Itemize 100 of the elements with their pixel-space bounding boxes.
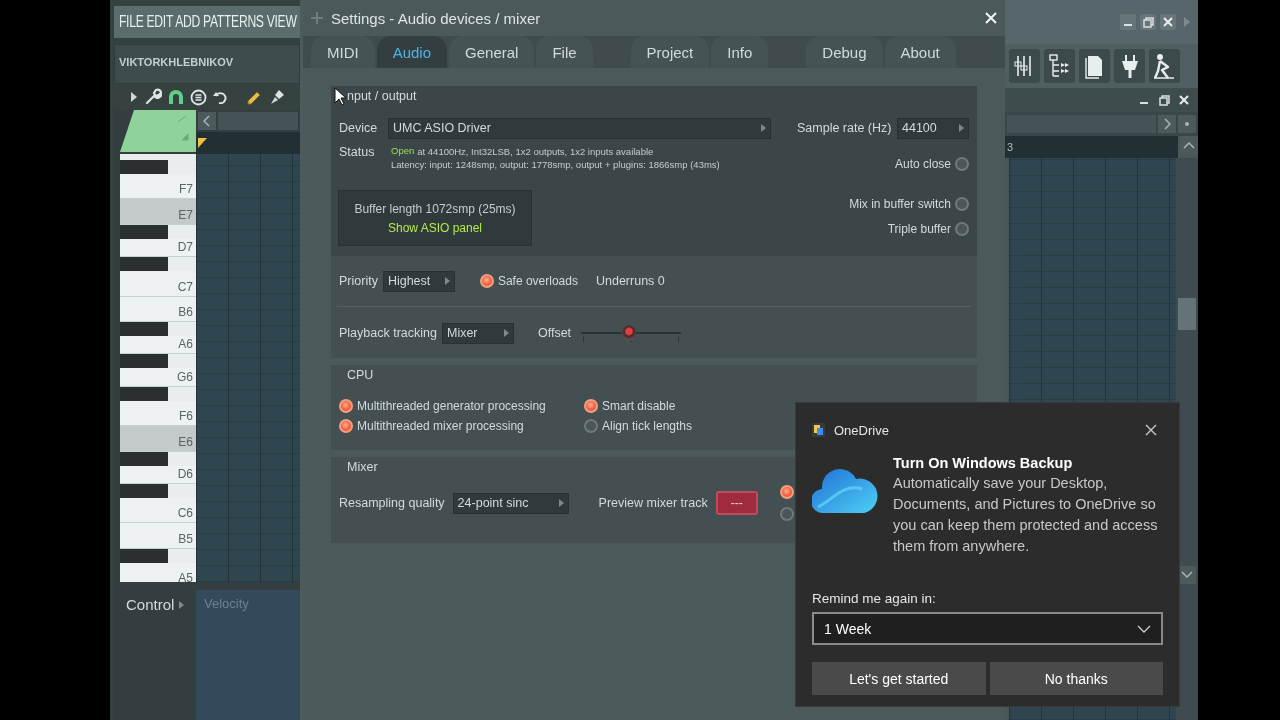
field-label: Device xyxy=(339,121,379,135)
restore-icon[interactable] xyxy=(1156,92,1172,108)
section-title: CPU xyxy=(347,368,374,382)
app-name: OneDrive xyxy=(834,422,890,438)
brush-icon[interactable] xyxy=(269,88,287,106)
option-label: Triple buffer xyxy=(887,222,951,236)
action-button[interactable]: No thanks xyxy=(989,662,1163,695)
buffer-length-text: Buffer length 1072smp (25ms) xyxy=(354,201,516,216)
notification-title: Turn On Windows Backup xyxy=(893,454,1074,473)
option-label: Safe overloads xyxy=(497,274,578,288)
play-arrow-icon[interactable] xyxy=(130,92,138,102)
status-text: at 44100Hz, Int32LSB, 1x2 outputs, 1x2 inputs available xyxy=(417,145,654,158)
radio-button[interactable] xyxy=(955,222,969,236)
main-menu[interactable]: FILE EDIT ADD PATTERNS VIEW xyxy=(119,13,297,31)
piano-key[interactable]: E6 xyxy=(120,426,196,452)
asio-panel-link[interactable]: Show ASIO panel xyxy=(387,220,483,235)
slider-thumb[interactable] xyxy=(622,325,637,341)
dropdown[interactable]: UMC ASIO Driver xyxy=(388,117,771,139)
chevron-right-icon[interactable] xyxy=(1163,118,1171,130)
mouse-pointer-icon xyxy=(334,87,346,106)
field-label: Priority xyxy=(339,274,378,288)
radio-button[interactable] xyxy=(779,485,794,499)
section-title: Mixer xyxy=(347,460,378,474)
caret-icon xyxy=(959,124,964,132)
sharp-key[interactable] xyxy=(120,257,168,272)
note-color-tab[interactable] xyxy=(120,110,196,152)
window-title: Settings - Audio devices / mixer xyxy=(331,9,542,27)
radio-button[interactable] xyxy=(584,399,598,413)
option-label: Smart disable xyxy=(602,399,676,413)
chevron-down-icon[interactable] xyxy=(1181,571,1193,579)
option-label: Multithreaded generator processing xyxy=(357,399,546,413)
section-title: nput / output xyxy=(347,89,417,103)
caret-icon xyxy=(761,124,766,132)
tab[interactable]: Debug xyxy=(806,36,883,68)
radio-button[interactable] xyxy=(339,399,353,413)
tab[interactable]: File xyxy=(536,36,593,68)
tab[interactable]: MIDI xyxy=(311,36,375,68)
piano-key[interactable]: B6 xyxy=(120,296,196,322)
caret-icon xyxy=(179,600,185,609)
radio-button[interactable] xyxy=(955,197,969,211)
restore-icon[interactable] xyxy=(1140,14,1156,30)
app-icon xyxy=(812,423,825,437)
radio-button[interactable] xyxy=(955,157,969,171)
piano-key[interactable]: C7 xyxy=(120,271,196,297)
control-selector[interactable]: Control xyxy=(120,596,185,613)
minimize-icon[interactable] xyxy=(1120,14,1136,30)
piano-key[interactable]: E7 xyxy=(120,199,196,225)
piano-key[interactable]: B5 xyxy=(120,523,196,549)
option-label: Align tick lengths xyxy=(602,419,693,433)
piano-key[interactable]: F6 xyxy=(120,400,196,427)
bar-number: 3 xyxy=(1007,141,1014,153)
piano-key[interactable]: D7 xyxy=(120,238,196,258)
piano-key[interactable]: D6 xyxy=(120,465,196,484)
menu-icon[interactable] xyxy=(190,88,207,106)
chevron-left-icon[interactable] xyxy=(203,115,211,127)
close-icon[interactable] xyxy=(1145,424,1157,436)
chevron-down-icon xyxy=(1137,624,1151,633)
latency-text: Latency: input: 1248smp, output: 1778smp, output + plugins: 1866smp (43ms) xyxy=(391,158,721,171)
piano-key[interactable]: F7 xyxy=(120,174,196,200)
hint-text: VIKTORKHLEBNIKOV xyxy=(119,56,234,68)
piano-key[interactable]: G6 xyxy=(120,368,196,387)
caret-icon xyxy=(558,499,564,507)
close-icon[interactable] xyxy=(1160,14,1176,30)
tab[interactable]: Audio xyxy=(376,36,448,68)
status-state: Open xyxy=(391,145,415,158)
dropdown[interactable]: 24-point sinc xyxy=(452,492,569,514)
dropdown[interactable]: Mixer xyxy=(441,322,514,344)
tab[interactable]: General xyxy=(449,36,535,68)
magnet-icon[interactable] xyxy=(168,89,184,105)
scrollbar-thumb[interactable] xyxy=(1178,298,1196,330)
reminder-dropdown[interactable]: 1 Week xyxy=(812,612,1163,645)
tab[interactable]: About xyxy=(884,36,956,68)
mixer-track-button[interactable]: --- xyxy=(715,491,758,515)
caret-icon xyxy=(503,329,509,337)
undo-icon[interactable] xyxy=(213,90,227,104)
chevron-up-icon[interactable] xyxy=(1183,141,1195,149)
piano-key[interactable]: A6 xyxy=(120,335,196,355)
tab[interactable]: Info xyxy=(711,36,769,68)
move-handle-icon[interactable] xyxy=(311,12,323,24)
field-label: Preview mixer track xyxy=(598,496,708,510)
option-label: Multithreaded mixer processing xyxy=(357,419,524,433)
piano-key[interactable]: C6 xyxy=(120,497,196,524)
radio-button[interactable] xyxy=(479,274,494,288)
notification-text: Automatically save your Desktop, Documents, and Pictures to OneDrive so you can keep them protected and access them from anywhere. xyxy=(893,474,1159,556)
option-label: Mix in buffer switch xyxy=(849,197,951,211)
action-button[interactable]: Let's get started xyxy=(812,662,986,695)
cloud-icon xyxy=(812,467,878,513)
field-label: Resampling quality xyxy=(339,496,445,510)
caret-icon xyxy=(444,277,450,285)
dropdown[interactable]: Highest xyxy=(382,270,455,292)
sharp-key[interactable] xyxy=(120,354,168,369)
field-label: Playback tracking xyxy=(339,326,437,340)
radio-button[interactable] xyxy=(584,419,598,433)
radio-button[interactable] xyxy=(339,419,353,433)
dropdown[interactable]: 44100 xyxy=(897,117,969,139)
radio-button[interactable] xyxy=(779,507,794,521)
tab[interactable]: Project xyxy=(630,36,710,68)
piano-key[interactable]: A5 xyxy=(120,562,196,582)
playhead-marker-icon[interactable] xyxy=(198,138,207,148)
dot-icon[interactable] xyxy=(1185,122,1189,126)
